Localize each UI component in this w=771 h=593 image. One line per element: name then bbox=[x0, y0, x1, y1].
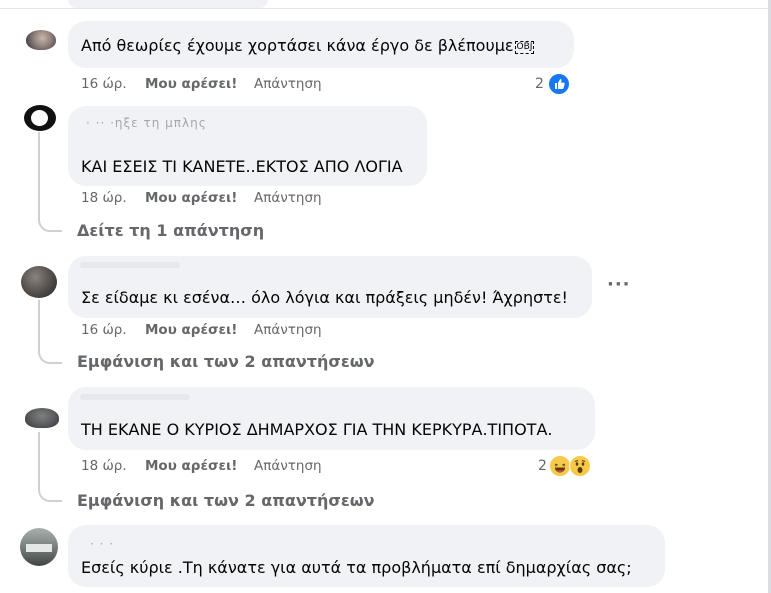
haha-icon[interactable] bbox=[549, 455, 571, 477]
avatar[interactable] bbox=[26, 30, 56, 50]
comment-author[interactable]: · · · bbox=[90, 537, 114, 551]
thread-line bbox=[38, 300, 40, 346]
avatar[interactable] bbox=[24, 105, 56, 131]
reply-button[interactable]: Απάντηση bbox=[254, 190, 322, 206]
thread-connector bbox=[38, 214, 62, 232]
like-icon[interactable] bbox=[547, 72, 571, 96]
thread-connector bbox=[38, 484, 62, 502]
wow-icon[interactable] bbox=[569, 455, 591, 477]
view-replies-link[interactable]: Εμφάνιση και των 2 απαντήσεων bbox=[77, 352, 375, 371]
avatar[interactable] bbox=[25, 408, 59, 428]
object-placeholder-glyph: OBJ bbox=[514, 41, 535, 54]
avatar[interactable] bbox=[20, 528, 58, 566]
comment-bubble bbox=[68, 525, 665, 587]
reply-button[interactable]: Απάντηση bbox=[254, 458, 322, 474]
thread-connector bbox=[38, 346, 62, 364]
comment-text: Εσείς κύριε .Τη κάνατε για αυτά τα προβλ… bbox=[81, 558, 632, 577]
reply-button[interactable]: Απάντηση bbox=[254, 76, 322, 92]
comment-time[interactable]: 16 ώρ. bbox=[81, 76, 127, 92]
comment-author[interactable]: · ·· ·ηξε τη μπλης bbox=[86, 116, 207, 130]
view-replies-link[interactable]: Δείτε τη 1 απάντηση bbox=[77, 221, 264, 240]
avatar[interactable] bbox=[21, 266, 57, 298]
comment-text: Σε είδαμε κι εσένα… όλο λόγια και πράξει… bbox=[81, 288, 568, 307]
thread-line bbox=[38, 132, 40, 214]
redacted-author bbox=[80, 262, 180, 268]
comment-text: Από θεωρίες έχουμε χορτάσει κάνα έργο δε… bbox=[81, 36, 535, 55]
comment-time[interactable]: 18 ώρ. bbox=[81, 190, 127, 206]
comment-text: ΚΑΙ ΕΣΕΙΣ ΤΙ ΚΑΝΕΤΕ..ΕΚΤΟΣ ΑΠΟ ΛΟΓΙΑ bbox=[81, 157, 403, 176]
reaction-count[interactable]: 2 bbox=[535, 76, 544, 92]
comment-time[interactable]: 16 ώρ. bbox=[81, 322, 127, 338]
like-button[interactable]: Μου αρέσει! bbox=[145, 458, 237, 474]
like-button[interactable]: Μου αρέσει! bbox=[145, 190, 237, 206]
reaction-count[interactable]: 2 bbox=[538, 458, 547, 474]
more-options-button[interactable]: ··· bbox=[607, 274, 631, 295]
top-divider bbox=[0, 8, 771, 9]
like-button[interactable]: Μου αρέσει! bbox=[145, 322, 237, 338]
comment-time[interactable]: 18 ώρ. bbox=[81, 458, 127, 474]
comment-text: ΤΗ ΕΚΑΝΕ Ο ΚΥΡΙΟΣ ΔΗΜΑΡΧΟΣ ΓΙΑ ΤΗΝ ΚΕΡΚΥ… bbox=[81, 420, 553, 439]
thread-line bbox=[38, 432, 40, 484]
redacted-author bbox=[80, 394, 190, 400]
view-replies-link[interactable]: Εμφάνιση και των 2 απαντήσεων bbox=[77, 491, 375, 510]
like-button[interactable]: Μου αρέσει! bbox=[145, 76, 237, 92]
reply-button[interactable]: Απάντηση bbox=[254, 322, 322, 338]
